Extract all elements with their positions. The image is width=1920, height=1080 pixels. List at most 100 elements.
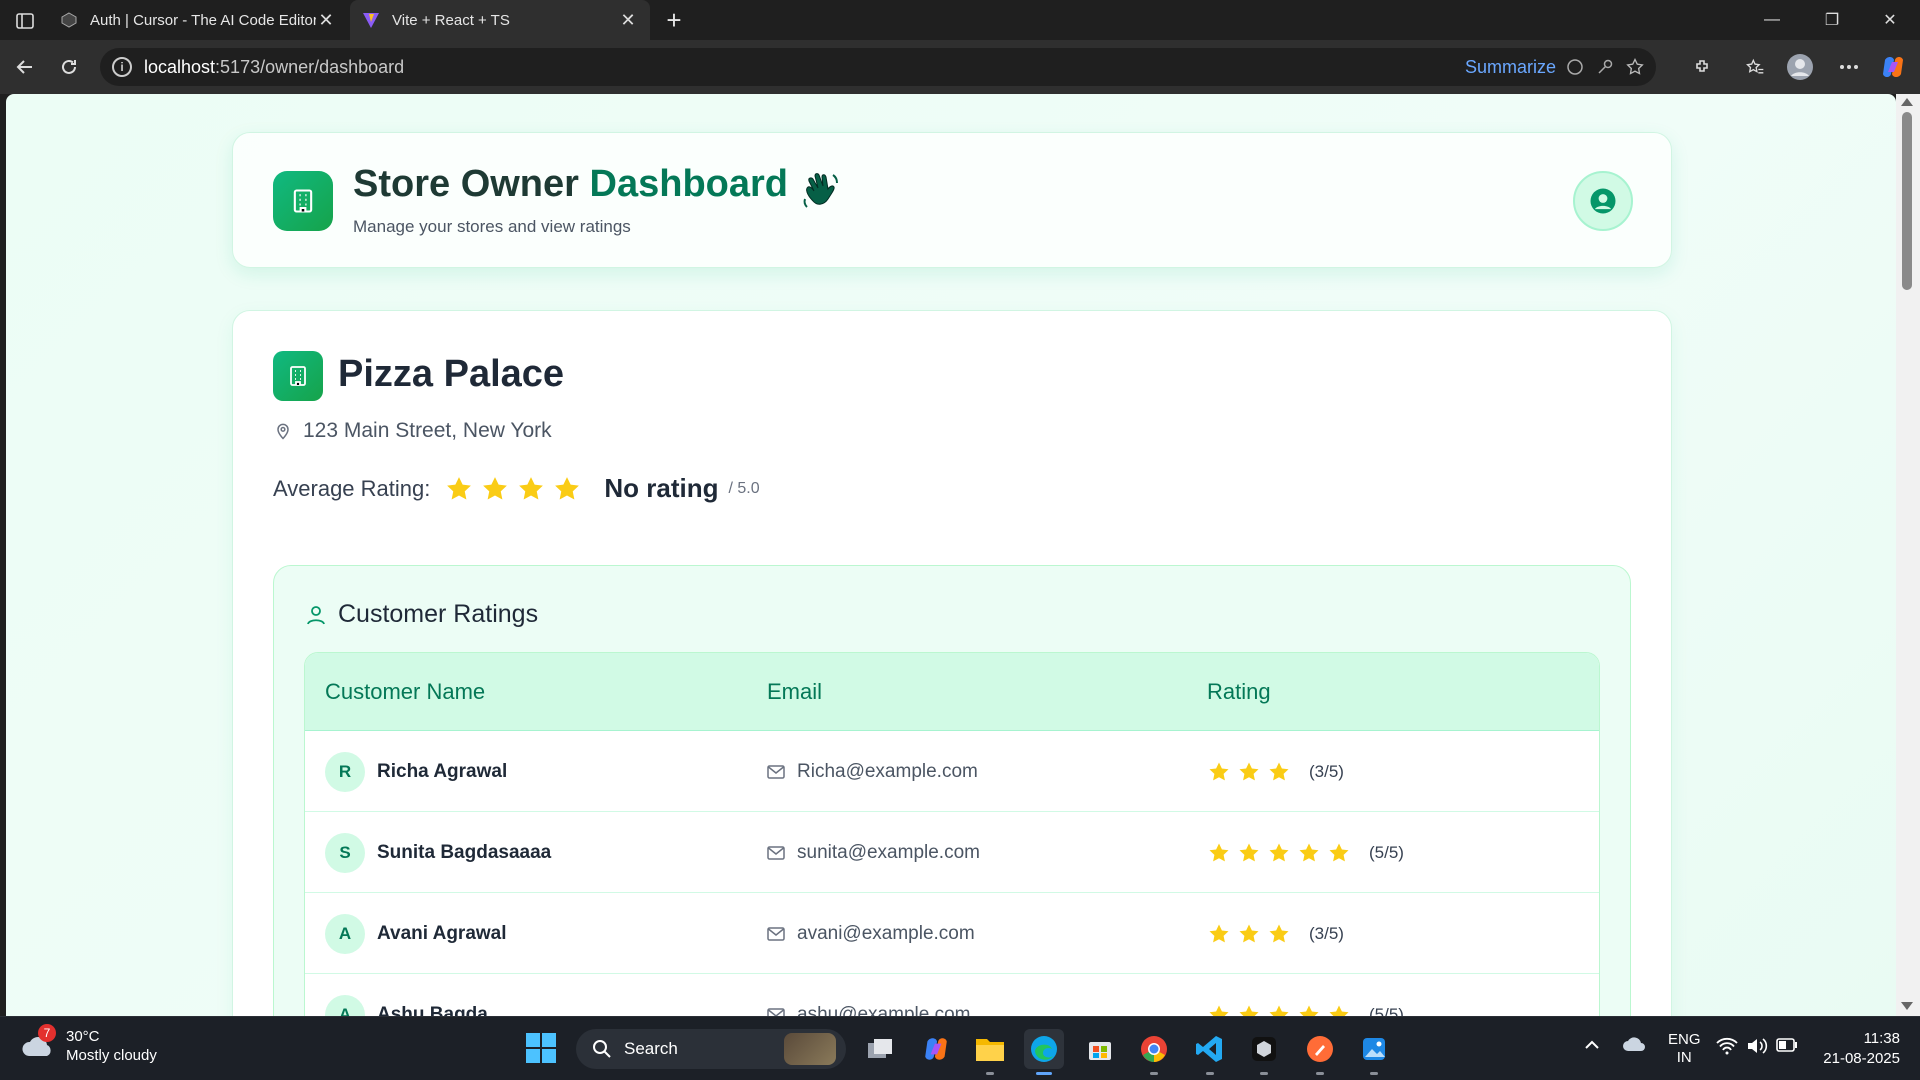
windows-logo-icon [526, 1033, 556, 1063]
ratings-table: Customer Name Email Rating R Richa Agrawa… [304, 652, 1600, 1016]
average-rating: Average Rating: No rating / 5.0 [273, 473, 760, 504]
browser-tab-vite[interactable]: Vite + React + TS ✕ [350, 0, 650, 40]
mail-icon [767, 764, 785, 779]
vite-favicon-icon [362, 11, 380, 29]
favorites-icon[interactable] [1740, 52, 1770, 82]
star-icon [1299, 1005, 1319, 1016]
star-icon [1269, 762, 1289, 780]
scrollbar-thumb[interactable] [1902, 112, 1912, 290]
chrome-icon[interactable] [1134, 1029, 1174, 1075]
rating-score: (5/5) [1369, 842, 1404, 862]
search-icon [593, 1040, 611, 1058]
volume-icon[interactable] [1746, 1037, 1768, 1059]
close-tab-icon[interactable]: ✕ [618, 10, 638, 30]
scroll-up-arrow[interactable] [1901, 98, 1913, 106]
store-card: Pizza Palace 123 Main Street, New York A… [232, 310, 1672, 1016]
star-icon [1209, 924, 1229, 942]
edge-browser-icon[interactable] [1024, 1029, 1064, 1075]
wifi-icon[interactable] [1716, 1037, 1738, 1059]
system-clock[interactable]: 11:38 21-08-2025 [1823, 1029, 1900, 1069]
summarize-button[interactable]: Summarize [1465, 57, 1556, 78]
taskbar-search[interactable]: Search [576, 1029, 846, 1069]
tab-title: Vite + React + TS [392, 11, 510, 29]
weather-widget[interactable]: 7 30°C Mostly cloudy [20, 1024, 157, 1065]
cloud-icon: 7 [20, 1024, 56, 1064]
store-name: Pizza Palace [338, 353, 565, 395]
photos-app-icon[interactable] [1354, 1029, 1394, 1075]
mail-icon [767, 845, 785, 860]
page-viewport: Store Owner Dashboard Manage your stores… [6, 94, 1896, 1016]
file-explorer-icon[interactable] [970, 1029, 1010, 1075]
microsoft-store-icon[interactable] [1080, 1029, 1120, 1069]
onedrive-cloud-icon[interactable] [1622, 1035, 1646, 1057]
input-language[interactable]: ENG IN [1668, 1031, 1701, 1067]
more-menu-icon[interactable] [1834, 52, 1864, 82]
profile-button[interactable] [1573, 171, 1633, 231]
postman-icon[interactable] [1300, 1029, 1340, 1075]
star-icon [1329, 843, 1349, 861]
page-title: Store Owner Dashboard [353, 163, 788, 205]
start-button[interactable] [524, 1031, 558, 1065]
search-highlight-image [784, 1033, 836, 1065]
cursor-app-icon[interactable] [1244, 1029, 1284, 1075]
reload-button[interactable] [54, 52, 84, 82]
average-rating-stars [444, 474, 582, 504]
customer-name: Avani Agrawal [377, 922, 507, 944]
column-rating[interactable]: Rating [1207, 679, 1271, 705]
scroll-down-arrow[interactable] [1901, 1002, 1913, 1010]
key-icon[interactable] [1594, 56, 1616, 78]
star-icon [1269, 843, 1289, 861]
average-rating-max: / 5.0 [728, 479, 760, 497]
restore-button[interactable]: ❐ [1804, 0, 1860, 40]
favorite-star-icon[interactable] [1624, 56, 1646, 78]
profile-avatar-icon[interactable] [1785, 52, 1815, 82]
average-rating-value: No rating [604, 473, 719, 503]
table-row: S Sunita Bagdasaaaa sunita@example.com (5/5… [305, 812, 1599, 893]
dashboard-header: Store Owner Dashboard Manage your stores… [232, 132, 1672, 268]
copilot-icon[interactable] [1878, 52, 1908, 82]
rating-stars [1207, 922, 1291, 946]
user-icon [307, 605, 325, 624]
minimize-button[interactable]: — [1744, 0, 1800, 40]
copilot-page-icon[interactable] [1564, 56, 1586, 78]
browser-tab-cursor[interactable]: Auth | Cursor - The AI Code Editor ✕ [48, 0, 348, 40]
rating-score: (5/5) [1369, 1004, 1404, 1017]
back-button[interactable] [10, 52, 40, 82]
new-tab-button[interactable]: + [660, 5, 688, 35]
browser-titlebar: Auth | Cursor - The AI Code Editor ✕ Vit… [0, 0, 1920, 40]
extensions-icon[interactable] [1688, 52, 1718, 82]
copilot-app-icon[interactable] [916, 1029, 956, 1069]
star-icon [1299, 843, 1319, 861]
url-text: localhost:5173/owner/dashboard [144, 56, 405, 77]
page-subtitle: Manage your stores and view ratings [353, 217, 631, 236]
store-building-icon [273, 351, 323, 401]
close-tab-icon[interactable]: ✕ [316, 10, 336, 30]
weather-badge: 7 [38, 1024, 56, 1042]
close-window-button[interactable]: ✕ [1862, 0, 1918, 40]
customer-avatar: A [325, 913, 365, 954]
task-view-icon[interactable] [860, 1029, 900, 1069]
customer-email: ashu@example.com [797, 1003, 971, 1017]
site-info-icon[interactable]: i [112, 57, 132, 77]
column-email[interactable]: Email [767, 679, 822, 705]
column-customer-name[interactable]: Customer Name [325, 679, 485, 705]
customer-email: avani@example.com [797, 922, 975, 944]
battery-icon[interactable] [1776, 1038, 1798, 1056]
customer-avatar: A [325, 994, 365, 1016]
star-icon [1239, 1005, 1259, 1016]
rating-score: (3/5) [1309, 761, 1344, 781]
user-circle-icon [1590, 188, 1616, 214]
star-icon [483, 476, 508, 499]
show-hidden-icons-chevron-icon[interactable] [1584, 1037, 1600, 1054]
clock-time: 11:38 [1863, 1030, 1900, 1047]
star-icon [447, 476, 472, 499]
mail-icon [767, 926, 785, 941]
rating-stars [1207, 760, 1291, 784]
tab-actions-icon[interactable] [12, 10, 38, 32]
cursor-favicon-icon [60, 11, 78, 29]
address-bar[interactable]: i localhost:5173/owner/dashboard Summari… [100, 48, 1656, 86]
temperature: 30°C [66, 1028, 100, 1045]
table-row: R Richa Agrawal Richa@example.com (3/5) [305, 731, 1599, 812]
vscode-icon[interactable] [1190, 1029, 1230, 1075]
page-scrollbar[interactable] [1896, 94, 1920, 1016]
